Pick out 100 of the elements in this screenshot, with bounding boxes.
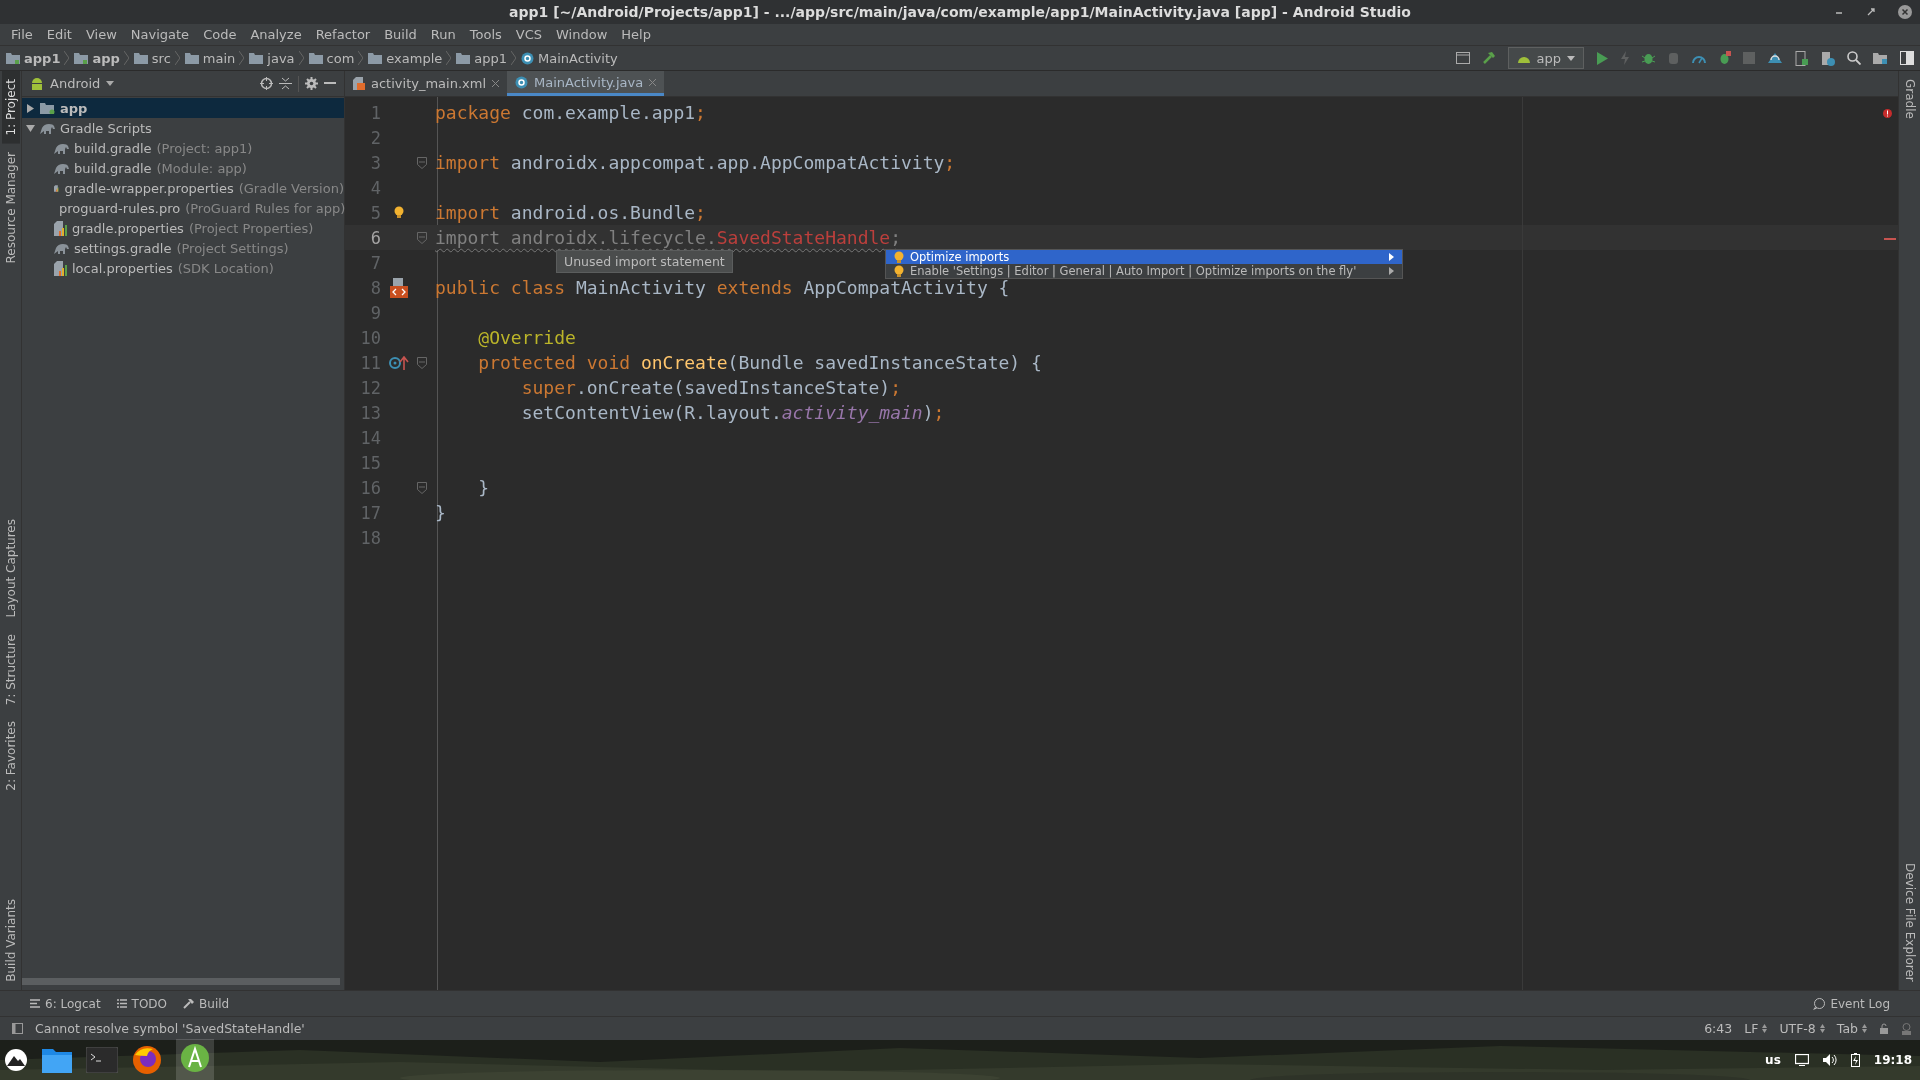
breadcrumb-item[interactable]: app bbox=[92, 50, 120, 66]
override-icon[interactable] bbox=[389, 355, 409, 370]
tool-window-tab[interactable]: 7: Structure bbox=[1, 625, 20, 713]
device-icon[interactable] bbox=[1795, 50, 1808, 66]
tool-window-tab[interactable]: 6: Logcat bbox=[30, 996, 101, 1011]
menu-item[interactable]: VCS bbox=[508, 27, 550, 42]
panel-toggle-icon[interactable] bbox=[12, 1023, 23, 1034]
hide-icon[interactable] bbox=[324, 82, 336, 85]
locate-icon[interactable] bbox=[260, 77, 273, 90]
run-icon[interactable] bbox=[1596, 51, 1608, 65]
menu-item[interactable]: Build bbox=[377, 27, 424, 42]
menu-item[interactable]: Navigate bbox=[123, 27, 197, 42]
menu-item[interactable]: Help bbox=[614, 27, 658, 42]
tree-item[interactable]: gradle-wrapper.properties (Gradle Version) bbox=[22, 178, 344, 198]
tool-window-tab[interactable]: 1: Project bbox=[1, 71, 20, 144]
breadcrumb-item[interactable]: MainActivity bbox=[538, 50, 618, 66]
search-icon[interactable] bbox=[1847, 51, 1861, 65]
module-folder-icon bbox=[74, 52, 89, 64]
project-structure-icon[interactable] bbox=[1873, 51, 1888, 65]
fold-marker-icon[interactable] bbox=[417, 481, 427, 494]
tree-item[interactable]: build.gradle (Project: app1) bbox=[22, 138, 344, 158]
collapse-icon[interactable] bbox=[279, 77, 292, 90]
menu-item[interactable]: Edit bbox=[39, 27, 79, 42]
scrollbar-thumb[interactable] bbox=[22, 978, 340, 985]
terminal-icon[interactable] bbox=[86, 1047, 118, 1073]
intention-menu-item[interactable]: Enable 'Settings | Editor | General | Auto Import | Optimize imports on the fly' bbox=[886, 264, 1402, 278]
hammer-icon[interactable] bbox=[1481, 51, 1496, 65]
tree-item[interactable]: gradle.properties (Project Properties) bbox=[22, 218, 344, 238]
volume-icon[interactable] bbox=[1822, 1054, 1837, 1066]
mountain-logo-icon[interactable] bbox=[4, 1048, 28, 1072]
layout-file-icon[interactable] bbox=[389, 277, 409, 298]
tool-window-tab[interactable]: Layout Captures bbox=[1, 511, 20, 626]
close-icon[interactable] bbox=[492, 80, 499, 87]
fold-marker-icon[interactable] bbox=[417, 231, 427, 244]
menu-item[interactable]: Tools bbox=[462, 27, 509, 42]
line-number: 16 bbox=[359, 477, 381, 498]
menu-item[interactable]: Code bbox=[196, 27, 244, 42]
keyboard-layout[interactable]: us bbox=[1765, 1053, 1781, 1067]
project-view-dropdown[interactable]: Android bbox=[50, 76, 101, 91]
layout-icon[interactable] bbox=[1455, 52, 1470, 64]
bug-icon[interactable] bbox=[1718, 51, 1731, 65]
tool-window-tab[interactable]: Resource Manager bbox=[1, 143, 20, 271]
tree-item[interactable]: Gradle Scripts bbox=[22, 118, 344, 138]
file-description: (SDK Location) bbox=[177, 260, 274, 276]
breadcrumb-item[interactable]: java bbox=[267, 50, 295, 66]
tool-window-tab[interactable]: TODO bbox=[116, 996, 168, 1011]
encoding-selector[interactable]: UTF-8 bbox=[1779, 1021, 1825, 1036]
line-separator-selector[interactable]: LF bbox=[1744, 1021, 1768, 1036]
chevron-icon bbox=[446, 51, 452, 65]
fold-marker-icon[interactable] bbox=[417, 356, 427, 369]
battery-icon[interactable] bbox=[1850, 1053, 1860, 1067]
folder-icon[interactable] bbox=[42, 1047, 72, 1073]
caret-position[interactable]: 6:43 bbox=[1704, 1021, 1733, 1036]
elephant-icon bbox=[54, 142, 69, 154]
breadcrumb-item[interactable]: app1 bbox=[474, 50, 508, 66]
window-title: app1 [~/Android/Projects/app1] - .../app/src/main/java/com/example/app1/MainActivity.java [app] - Android Studio bbox=[509, 4, 1411, 20]
tree-item[interactable]: settings.gradle (Project Settings) bbox=[22, 238, 344, 258]
lightbulb-icon[interactable] bbox=[394, 206, 404, 219]
tool-window-tab[interactable]: Gradle bbox=[1900, 71, 1919, 127]
tree-item[interactable]: app bbox=[22, 98, 344, 118]
tool-window-tab[interactable]: Build bbox=[183, 996, 230, 1011]
tool-window-tab[interactable]: Device File Explorer bbox=[1900, 855, 1919, 990]
tool-window-tab[interactable]: 2: Favorites bbox=[1, 712, 20, 799]
window-icon[interactable] bbox=[1900, 51, 1914, 65]
tree-item[interactable]: build.gradle (Module: app) bbox=[22, 158, 344, 178]
tree-item[interactable]: proguard-rules.pro (ProGuard Rules for app) bbox=[22, 198, 344, 218]
event-log-button[interactable]: Event Log bbox=[1813, 996, 1890, 1011]
file-name: Gradle Scripts bbox=[60, 120, 152, 136]
indent-selector[interactable]: Tab bbox=[1836, 1021, 1867, 1036]
menu-item[interactable]: Analyze bbox=[243, 27, 309, 42]
android-studio-icon[interactable] bbox=[180, 1042, 210, 1073]
lock-icon[interactable] bbox=[1879, 1023, 1889, 1034]
close-icon[interactable] bbox=[1898, 5, 1912, 19]
monitor-icon[interactable] bbox=[1794, 1054, 1809, 1066]
editor-tab[interactable]: MainActivity.java bbox=[507, 71, 665, 96]
expanded-arrow-icon[interactable] bbox=[26, 123, 35, 133]
maximize-icon[interactable] bbox=[1866, 7, 1876, 17]
error-icon[interactable] bbox=[1883, 109, 1892, 118]
breadcrumb-item[interactable]: app1 bbox=[24, 50, 61, 66]
editor-tab[interactable]: activity_main.xml bbox=[345, 71, 507, 96]
settings-icon[interactable] bbox=[305, 77, 318, 90]
caret-icon[interactable] bbox=[106, 81, 115, 86]
tree-item[interactable]: local.properties (SDK Location) bbox=[22, 258, 344, 278]
browser-icon[interactable] bbox=[132, 1045, 162, 1075]
menu-item[interactable]: Run bbox=[423, 27, 463, 42]
breadcrumb-item[interactable]: com bbox=[326, 50, 355, 66]
chevron-icon bbox=[511, 51, 517, 65]
run-configuration-dropdown[interactable]: app bbox=[1507, 47, 1584, 69]
menu-item[interactable]: View bbox=[78, 27, 124, 42]
breadcrumb-item[interactable]: main bbox=[202, 50, 236, 66]
fold-marker-icon[interactable] bbox=[417, 156, 427, 169]
menu-item[interactable]: Refactor bbox=[308, 27, 378, 42]
collapsed-arrow-icon[interactable] bbox=[26, 103, 35, 113]
menu-item[interactable]: File bbox=[4, 27, 40, 42]
tool-window-tab[interactable]: Build Variants bbox=[1, 891, 20, 990]
intention-menu-item[interactable]: Optimize imports bbox=[886, 250, 1402, 264]
menu-item[interactable]: Window bbox=[549, 27, 615, 42]
bug-icon[interactable] bbox=[1642, 51, 1655, 65]
breadcrumb-item[interactable]: src bbox=[151, 50, 171, 66]
breadcrumb-item[interactable]: example bbox=[386, 50, 443, 66]
